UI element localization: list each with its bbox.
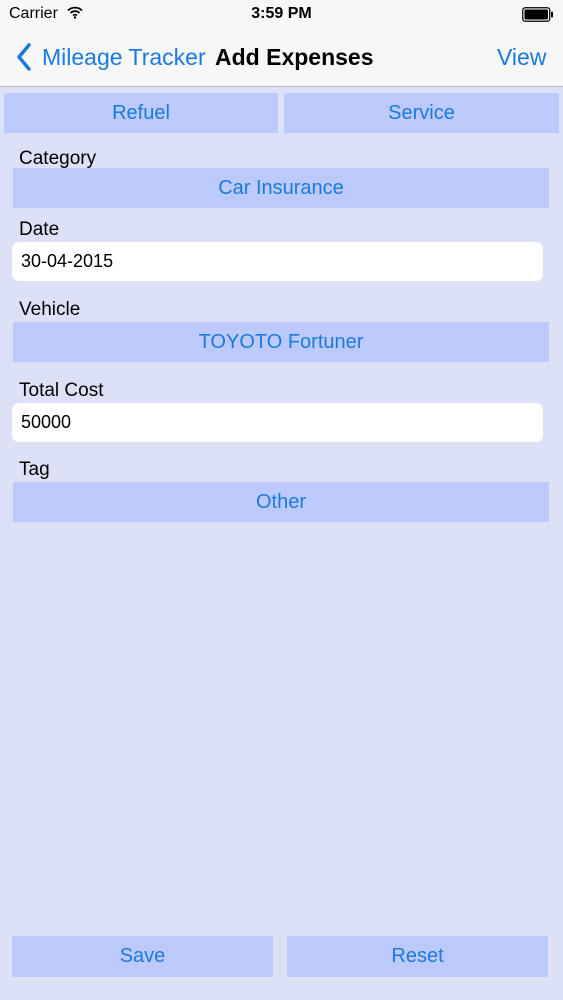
save-button[interactable]: Save bbox=[12, 936, 273, 977]
tag-label: Tag bbox=[19, 459, 50, 480]
tag-picker[interactable]: Other bbox=[13, 482, 549, 522]
date-field[interactable]: 30-04-2015 bbox=[12, 242, 543, 281]
navigation-bar: Mileage Tracker Add Expenses View bbox=[0, 30, 563, 87]
chevron-left-icon[interactable] bbox=[16, 43, 32, 76]
back-button[interactable]: Mileage Tracker bbox=[42, 44, 206, 71]
status-time: 3:59 PM bbox=[251, 5, 312, 22]
vehicle-label: Vehicle bbox=[19, 299, 81, 320]
service-button[interactable]: Service bbox=[284, 93, 559, 133]
vehicle-picker[interactable]: TOYOTO Fortuner bbox=[13, 322, 549, 362]
date-label: Date bbox=[19, 219, 60, 240]
page-title: Add Expenses bbox=[215, 44, 374, 70]
total-cost-label: Total Cost bbox=[19, 380, 104, 401]
refuel-button[interactable]: Refuel bbox=[4, 93, 278, 133]
battery-icon bbox=[522, 7, 554, 22]
category-label: Category bbox=[19, 148, 97, 169]
status-bar: Carrier 3:59 PM bbox=[0, 0, 563, 30]
reset-button[interactable]: Reset bbox=[287, 936, 548, 977]
view-button[interactable]: View bbox=[497, 44, 546, 71]
total-cost-field[interactable]: 50000 bbox=[12, 403, 543, 442]
category-picker[interactable]: Car Insurance bbox=[13, 168, 549, 208]
